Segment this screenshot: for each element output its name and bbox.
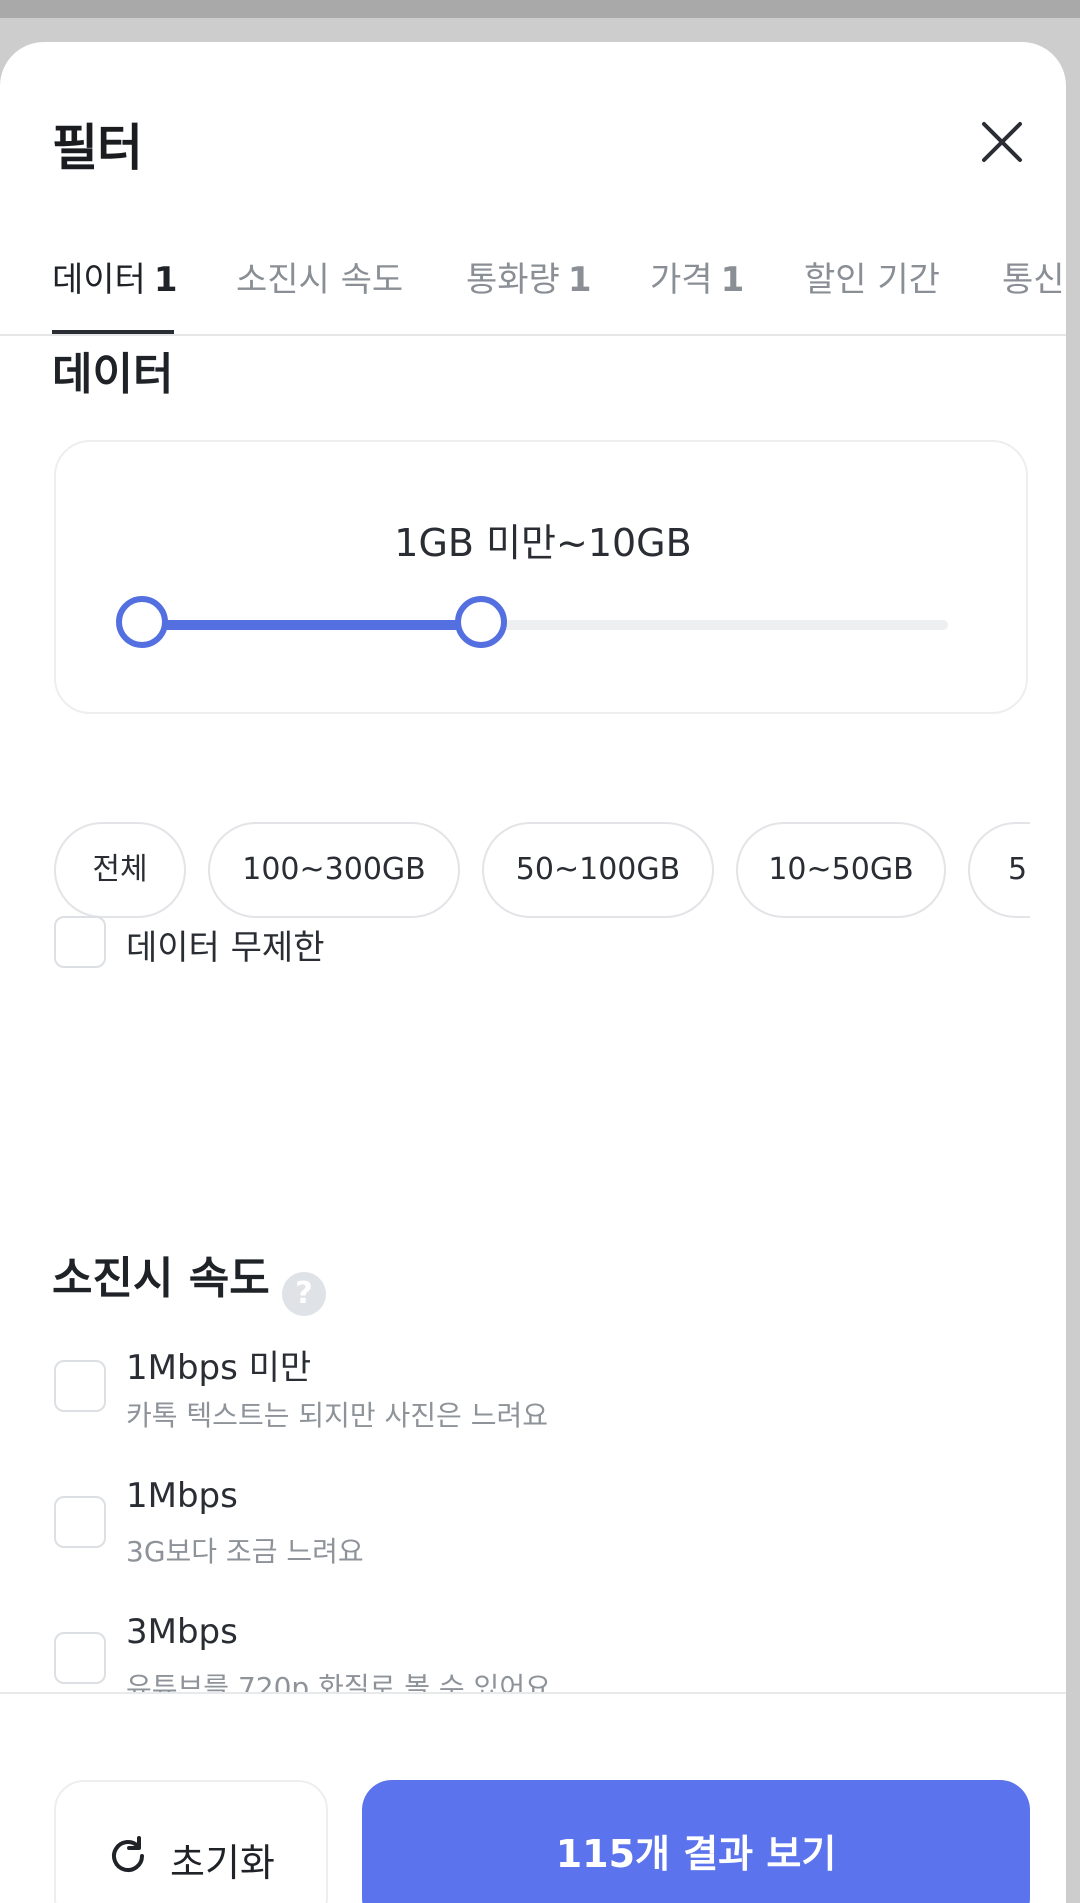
close-button[interactable] [974, 114, 1030, 170]
tab-carrier[interactable]: 통신 [1002, 210, 1065, 334]
slider-fill [142, 620, 481, 630]
close-icon [982, 122, 1022, 162]
tab-discount[interactable]: 할인 기간 [804, 210, 940, 334]
reset-button[interactable]: 초기화 [54, 1780, 328, 1903]
speed-option-label: 3Mbps [126, 1612, 238, 1652]
chip-all[interactable]: 전체 [54, 822, 186, 918]
speed-option-desc: 카톡 텍스트는 되지만 사진은 느려요 [126, 1399, 549, 1432]
data-section-title: 데이터 [52, 349, 174, 400]
help-icon[interactable]: ? [282, 1272, 326, 1316]
show-results-button[interactable]: 115개 결과 보기 [362, 1780, 1030, 1903]
tab-data[interactable]: 데이터 1 [52, 210, 178, 334]
speed-option-desc: 3G보다 조금 느려요 [126, 1535, 364, 1568]
filter-tabs: 데이터 1 소진시 속도 통화량 1 가격 1 할인 기간 통신 [0, 210, 1066, 336]
chip-10-50gb[interactable]: 10~50GB [736, 822, 946, 918]
data-chip-group: 전체 100~300GB 50~100GB 10~50GB 5~ [54, 822, 1030, 918]
tab-count: 1 [720, 260, 745, 300]
tab-label: 통신 [1002, 260, 1065, 300]
tab-label: 가격 [650, 260, 713, 300]
tab-count: 1 [153, 260, 178, 300]
speed-section-title: 소진시 속도 [52, 1253, 270, 1304]
tab-label: 할인 기간 [804, 260, 940, 300]
tab-label: 통화량 [466, 260, 560, 300]
slider-min-thumb[interactable] [116, 596, 168, 648]
chip-100-300gb[interactable]: 100~300GB [208, 822, 460, 918]
speed-option-checkbox[interactable] [54, 1360, 106, 1412]
sheet-title: 필터 [52, 119, 143, 177]
speed-option-checkbox[interactable] [54, 1632, 106, 1684]
chip-5gb[interactable]: 5~ [968, 822, 1030, 918]
tab-price[interactable]: 가격 1 [650, 210, 745, 334]
sheet-footer: 초기화 115개 결과 보기 [0, 1692, 1066, 1903]
tab-label: 소진시 속도 [236, 260, 404, 300]
tab-speed[interactable]: 소진시 속도 [236, 210, 404, 334]
slider-max-thumb[interactable] [454, 596, 507, 648]
speed-option-label: 1Mbps [126, 1476, 238, 1516]
tab-count: 1 [567, 260, 592, 300]
tab-label: 데이터 [52, 260, 146, 300]
data-range-card: 1GB 미만~10GB [54, 440, 1028, 714]
backdrop [0, 0, 1080, 18]
speed-option-label: 1Mbps 미만 [126, 1348, 312, 1388]
filter-sheet: 필터 데이터 1 소진시 속도 통화량 1 가격 1 할인 기간 통신 데이터 1GB… [0, 42, 1066, 1903]
reset-label: 초기화 [170, 1841, 275, 1885]
speed-option-checkbox[interactable] [54, 1496, 106, 1548]
slider-track[interactable] [142, 620, 948, 630]
refresh-icon [112, 1836, 144, 1872]
range-label: 1GB 미만~10GB [394, 521, 692, 565]
active-tab-indicator [52, 330, 174, 334]
chip-50-100gb[interactable]: 50~100GB [482, 822, 714, 918]
unlimited-label: 데이터 무제한 [126, 928, 325, 968]
unlimited-checkbox[interactable] [54, 916, 106, 968]
tab-call[interactable]: 통화량 1 [466, 210, 592, 334]
